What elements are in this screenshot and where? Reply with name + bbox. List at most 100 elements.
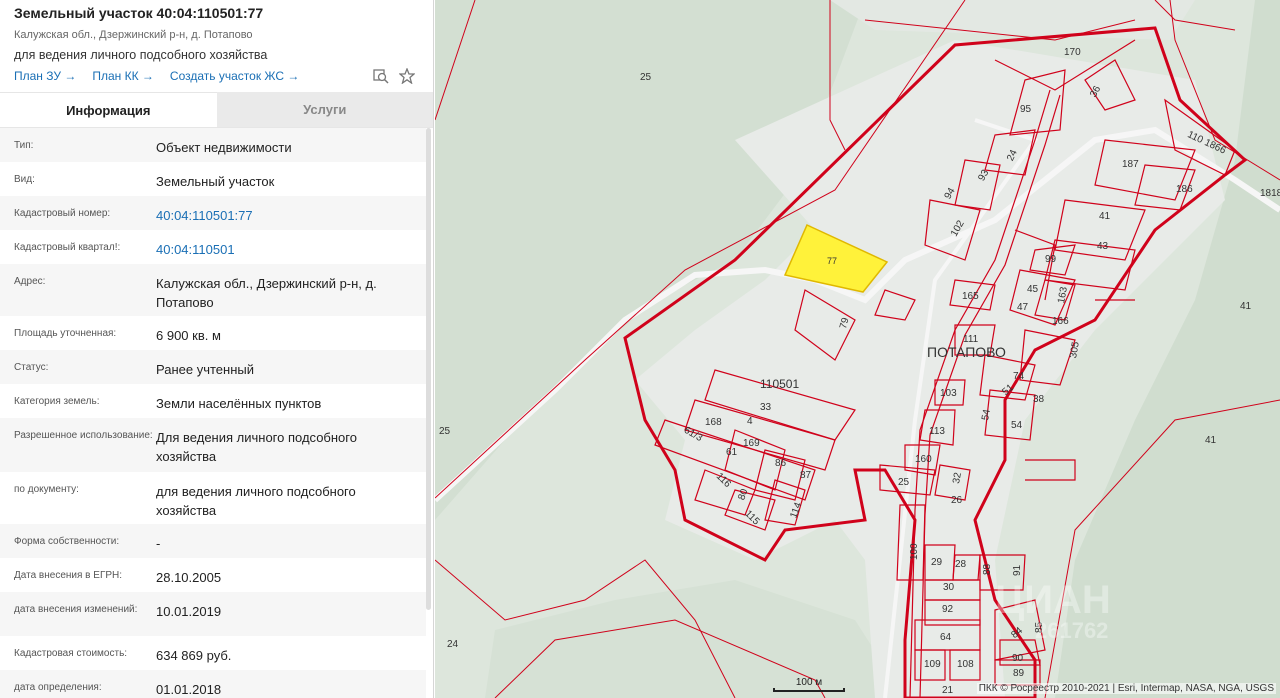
svg-text:4: 4 [747,416,753,427]
info-row: Кадастровая стоимость: 634 869 руб. [0,636,426,670]
info-label: Кадастровый квартал!: [14,242,121,253]
svg-text:30: 30 [943,582,955,593]
cadastral-quarter-link[interactable]: 40:04:110501 [156,230,426,264]
cadastral-number-link[interactable]: 40:04:110501:77 [156,196,426,230]
info-value: 01.01.2018 [156,682,222,697]
info-label: Адрес: [14,276,46,287]
svg-text:166: 166 [1052,316,1069,327]
info-panel: Земельный участок 40:04:110501:77 Калужс… [0,0,434,698]
info-label: Статус: [14,362,49,373]
map-canvas[interactable]: 25 170 36 95 24 93 94 102 110 1866 187 1… [435,0,1280,698]
svg-text:33: 33 [760,402,772,413]
svg-text:95: 95 [1020,104,1032,115]
svg-text:110501: 110501 [760,377,799,391]
svg-text:170: 170 [1064,47,1081,58]
info-row: Дата внесения в ЕГРН: 28.10.2005 [0,558,426,592]
info-value: - [156,536,161,551]
svg-text:61: 61 [726,447,738,458]
svg-text:169: 169 [743,438,760,449]
svg-text:77: 77 [827,256,837,266]
info-row: Тип: Объект недвижимости [0,128,426,162]
parcel-purpose: для ведения личного подсобного хозяйства [14,48,268,62]
plan-kk-link[interactable]: План КК → [92,69,154,83]
info-row: Площадь уточненная: 6 900 кв. м [0,316,426,350]
header-links: План ЗУ → План КК → Создать участок ЖС → [14,69,419,83]
svg-text:41: 41 [1205,435,1217,446]
scale-bar: 100 м [773,677,845,692]
svg-text:26: 26 [951,495,963,506]
svg-text:168: 168 [705,417,722,428]
info-label: по документу: [14,484,79,495]
parcel-title: Земельный участок 40:04:110501:77 [14,5,264,21]
svg-text:29: 29 [931,557,943,568]
svg-text:1818: 1818 [1260,188,1280,199]
svg-text:99: 99 [1045,254,1057,265]
svg-text:109: 109 [924,659,941,670]
info-row: Вид: Земельный участок [0,162,426,196]
svg-text:43: 43 [1097,241,1109,252]
scale-label: 100 м [795,677,823,688]
info-value: 634 869 руб. [156,648,232,663]
info-label: Дата внесения в ЕГРН: [14,570,123,581]
svg-text:186: 186 [1176,184,1193,195]
svg-text:21: 21 [942,685,954,696]
svg-text:100: 100 [909,543,920,560]
svg-text:92: 92 [942,604,954,615]
svg-text:91: 91 [1012,564,1023,576]
svg-text:24: 24 [447,639,459,650]
create-parcel-link[interactable]: Создать участок ЖС → [170,69,299,83]
info-value: 28.10.2005 [156,570,222,585]
panel-scrollbar[interactable] [426,128,431,610]
tab-services[interactable]: Услуги [216,92,433,127]
info-row: по документу: для ведения личного подсобн… [0,472,426,524]
svg-text:90: 90 [1012,653,1024,664]
info-value: Для ведения личного подсобного хозяйства [156,430,357,464]
svg-text:28: 28 [955,559,967,570]
info-row: Адрес: Калужская обл., Дзержинский р-н, д… [0,264,426,316]
info-value: 10.01.2019 [156,604,222,619]
info-label: Кадастровый номер: [14,208,111,219]
scale-line [773,688,845,692]
info-label: дата внесения изменений: [14,604,138,615]
info-value: Земли населённых пунктов [156,396,322,411]
svg-text:47: 47 [1017,302,1029,313]
svg-text:103: 103 [940,388,957,399]
info-label: Разрешенное использование: [14,430,153,441]
svg-text:187: 187 [1122,159,1139,170]
info-label: Форма собственности: [14,536,120,547]
svg-text:54: 54 [1011,420,1023,431]
panel-header: Земельный участок 40:04:110501:77 Калужс… [0,0,433,92]
info-table: Тип: Объект недвижимости Вид: Земельный уч… [0,128,426,698]
svg-text:108: 108 [957,659,974,670]
info-label: Кадастровая стоимость: [14,648,128,659]
svg-text:86: 86 [775,458,787,469]
plan-zu-link[interactable]: План ЗУ → [14,69,76,83]
info-label: Категория земель: [14,396,100,407]
svg-text:25: 25 [439,426,451,437]
info-label: дата определения: [14,682,102,693]
cadastral-map[interactable]: 25 170 36 95 24 93 94 102 110 1866 187 1… [435,0,1280,698]
svg-text:38: 38 [1033,394,1045,405]
tab-information[interactable]: Информация [0,92,217,127]
map-attribution: ПКК © Росреестр 2010-2021 | Esri, Interm… [976,683,1276,694]
info-value: 6 900 кв. м [156,328,221,343]
svg-text:87: 87 [800,470,812,481]
info-value: для ведения личного подсобного хозяйства [156,484,356,518]
search-map-icon[interactable] [373,68,389,89]
info-value: Земельный участок [156,174,275,189]
svg-text:45: 45 [1027,284,1039,295]
info-label: Тип: [14,140,34,151]
svg-text:113: 113 [929,426,945,437]
watermark: ЦИАН [995,578,1111,622]
svg-text:64: 64 [940,632,952,643]
svg-text:74: 74 [1013,371,1025,382]
svg-text:25: 25 [898,477,910,488]
info-row: Разрешенное использование: Для ведения ли… [0,418,426,472]
info-value: Калужская обл., Дзержинский р-н, д. Пота… [156,276,377,310]
info-label: Площадь уточненная: [14,328,117,339]
star-icon[interactable] [398,67,416,89]
info-row: дата определения: 01.01.2018 [0,670,426,698]
info-row: дата внесения изменений: 10.01.2019 [0,592,426,636]
info-value: Ранее учтенный [156,362,254,377]
svg-text:165: 165 [962,291,979,302]
